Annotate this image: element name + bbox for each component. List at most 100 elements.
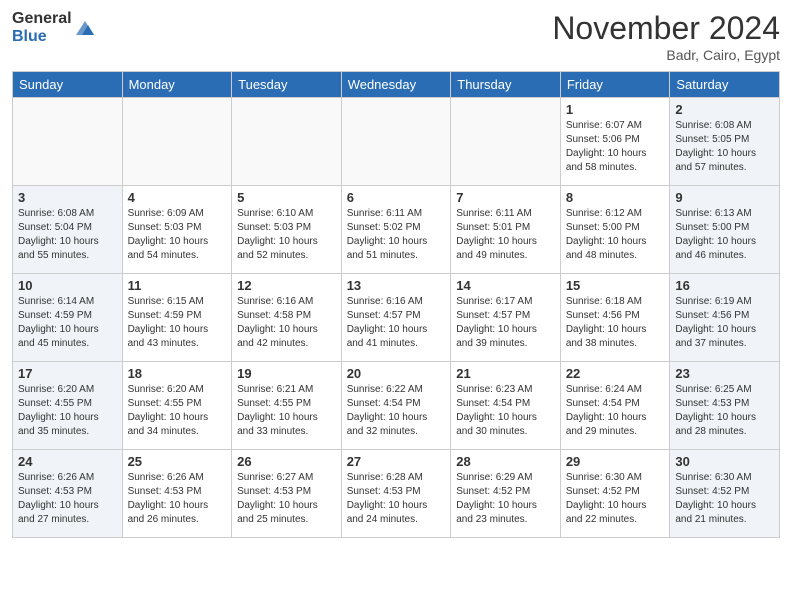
page-container: General Blue November 2024 Badr, Cairo, …: [0, 0, 792, 548]
calendar-cell: [122, 98, 232, 186]
day-number: 16: [675, 278, 774, 293]
day-info: Sunrise: 6:16 AM Sunset: 4:57 PM Dayligh…: [347, 295, 446, 351]
calendar-cell: 26 Sunrise: 6:27 AM Sunset: 4:53 PM Dayli…: [232, 450, 342, 538]
col-header-thursday: Thursday: [451, 72, 561, 98]
title-area: November 2024 Badr, Cairo, Egypt: [552, 10, 780, 63]
calendar-week-3: 10 Sunrise: 6:14 AM Sunset: 4:59 PM Dayli…: [13, 274, 780, 362]
day-number: 7: [456, 190, 555, 205]
day-number: 2: [675, 102, 774, 117]
day-number: 8: [566, 190, 665, 205]
calendar-cell: 29 Sunrise: 6:30 AM Sunset: 4:52 PM Dayli…: [560, 450, 670, 538]
day-number: 26: [237, 454, 336, 469]
calendar-cell: 7 Sunrise: 6:11 AM Sunset: 5:01 PM Daylig…: [451, 186, 561, 274]
day-info: Sunrise: 6:14 AM Sunset: 4:59 PM Dayligh…: [18, 295, 117, 351]
calendar-cell: 1Sunrise: 6:07 AM Sunset: 5:06 PM Daylig…: [560, 98, 670, 186]
calendar-cell: 16 Sunrise: 6:19 AM Sunset: 4:56 PM Dayli…: [670, 274, 780, 362]
calendar-cell: 21 Sunrise: 6:23 AM Sunset: 4:54 PM Dayli…: [451, 362, 561, 450]
day-info: Sunrise: 6:25 AM Sunset: 4:53 PM Dayligh…: [675, 383, 774, 439]
calendar-cell: [232, 98, 342, 186]
logo-icon: [74, 17, 96, 39]
calendar-cell: 13Sunrise: 6:16 AM Sunset: 4:57 PM Dayli…: [341, 274, 451, 362]
day-number: 4: [128, 190, 227, 205]
calendar-table: SundayMondayTuesdayWednesdayThursdayFrid…: [12, 71, 780, 538]
calendar-cell: 24 Sunrise: 6:26 AM Sunset: 4:53 PM Dayli…: [13, 450, 123, 538]
day-number: 12: [237, 278, 336, 293]
col-header-wednesday: Wednesday: [341, 72, 451, 98]
calendar-week-4: 17 Sunrise: 6:20 AM Sunset: 4:55 PM Dayli…: [13, 362, 780, 450]
calendar-cell: 27 Sunrise: 6:28 AM Sunset: 4:53 PM Dayli…: [341, 450, 451, 538]
day-info: Sunrise: 6:23 AM Sunset: 4:54 PM Dayligh…: [456, 383, 555, 439]
day-info: Sunrise: 6:28 AM Sunset: 4:53 PM Dayligh…: [347, 471, 446, 527]
calendar-cell: 10 Sunrise: 6:14 AM Sunset: 4:59 PM Dayli…: [13, 274, 123, 362]
day-number: 22: [566, 366, 665, 381]
day-info: Sunrise: 6:18 AM Sunset: 4:56 PM Dayligh…: [566, 295, 665, 351]
day-info: Sunrise: 6:30 AM Sunset: 4:52 PM Dayligh…: [675, 471, 774, 527]
calendar-cell: 17 Sunrise: 6:20 AM Sunset: 4:55 PM Dayli…: [13, 362, 123, 450]
calendar-cell: 4 Sunrise: 6:09 AM Sunset: 5:03 PM Daylig…: [122, 186, 232, 274]
day-info: Sunrise: 6:11 AM Sunset: 5:02 PM Dayligh…: [347, 207, 446, 263]
logo-blue-text: Blue: [12, 28, 72, 46]
day-number: 27: [347, 454, 446, 469]
calendar-cell: [451, 98, 561, 186]
day-info: Sunrise: 6:11 AM Sunset: 5:01 PM Dayligh…: [456, 207, 555, 263]
day-info: Sunrise: 6:27 AM Sunset: 4:53 PM Dayligh…: [237, 471, 336, 527]
day-info: Sunrise: 6:16 AM Sunset: 4:58 PM Dayligh…: [237, 295, 336, 351]
day-number: 23: [675, 366, 774, 381]
day-number: 24: [18, 454, 117, 469]
day-info: Sunrise: 6:13 AM Sunset: 5:00 PM Dayligh…: [675, 207, 774, 263]
day-info: Sunrise: 6:19 AM Sunset: 4:56 PM Dayligh…: [675, 295, 774, 351]
day-number: 10: [18, 278, 117, 293]
col-header-monday: Monday: [122, 72, 232, 98]
calendar-week-1: 1Sunrise: 6:07 AM Sunset: 5:06 PM Daylig…: [13, 98, 780, 186]
calendar-cell: [13, 98, 123, 186]
calendar-cell: 14 Sunrise: 6:17 AM Sunset: 4:57 PM Dayli…: [451, 274, 561, 362]
day-number: 14: [456, 278, 555, 293]
day-number: 28: [456, 454, 555, 469]
calendar-cell: 3Sunrise: 6:08 AM Sunset: 5:04 PM Daylig…: [13, 186, 123, 274]
day-number: 29: [566, 454, 665, 469]
logo-text: General Blue: [12, 10, 72, 45]
logo-general-text: General: [12, 10, 72, 28]
day-number: 19: [237, 366, 336, 381]
day-info: Sunrise: 6:07 AM Sunset: 5:06 PM Dayligh…: [566, 119, 665, 175]
day-number: 25: [128, 454, 227, 469]
day-number: 11: [128, 278, 227, 293]
calendar-cell: 18Sunrise: 6:20 AM Sunset: 4:55 PM Dayli…: [122, 362, 232, 450]
day-info: Sunrise: 6:24 AM Sunset: 4:54 PM Dayligh…: [566, 383, 665, 439]
month-title: November 2024: [552, 10, 780, 47]
calendar-cell: 30 Sunrise: 6:30 AM Sunset: 4:52 PM Dayli…: [670, 450, 780, 538]
calendar-cell: 15 Sunrise: 6:18 AM Sunset: 4:56 PM Dayli…: [560, 274, 670, 362]
day-number: 3: [18, 190, 117, 205]
day-number: 9: [675, 190, 774, 205]
day-number: 21: [456, 366, 555, 381]
day-info: Sunrise: 6:26 AM Sunset: 4:53 PM Dayligh…: [18, 471, 117, 527]
day-number: 15: [566, 278, 665, 293]
day-info: Sunrise: 6:29 AM Sunset: 4:52 PM Dayligh…: [456, 471, 555, 527]
calendar-cell: 6 Sunrise: 6:11 AM Sunset: 5:02 PM Daylig…: [341, 186, 451, 274]
calendar-cell: 28 Sunrise: 6:29 AM Sunset: 4:52 PM Dayli…: [451, 450, 561, 538]
col-header-sunday: Sunday: [13, 72, 123, 98]
day-info: Sunrise: 6:12 AM Sunset: 5:00 PM Dayligh…: [566, 207, 665, 263]
day-info: Sunrise: 6:20 AM Sunset: 4:55 PM Dayligh…: [18, 383, 117, 439]
calendar-cell: 11Sunrise: 6:15 AM Sunset: 4:59 PM Dayli…: [122, 274, 232, 362]
col-header-saturday: Saturday: [670, 72, 780, 98]
day-number: 6: [347, 190, 446, 205]
day-info: Sunrise: 6:22 AM Sunset: 4:54 PM Dayligh…: [347, 383, 446, 439]
day-info: Sunrise: 6:30 AM Sunset: 4:52 PM Dayligh…: [566, 471, 665, 527]
calendar-cell: [341, 98, 451, 186]
calendar-cell: 8 Sunrise: 6:12 AM Sunset: 5:00 PM Daylig…: [560, 186, 670, 274]
calendar-week-2: 3Sunrise: 6:08 AM Sunset: 5:04 PM Daylig…: [13, 186, 780, 274]
calendar-cell: 23 Sunrise: 6:25 AM Sunset: 4:53 PM Dayli…: [670, 362, 780, 450]
col-header-tuesday: Tuesday: [232, 72, 342, 98]
day-number: 30: [675, 454, 774, 469]
day-info: Sunrise: 6:17 AM Sunset: 4:57 PM Dayligh…: [456, 295, 555, 351]
day-info: Sunrise: 6:21 AM Sunset: 4:55 PM Dayligh…: [237, 383, 336, 439]
day-info: Sunrise: 6:09 AM Sunset: 5:03 PM Dayligh…: [128, 207, 227, 263]
day-number: 17: [18, 366, 117, 381]
calendar-week-5: 24 Sunrise: 6:26 AM Sunset: 4:53 PM Dayli…: [13, 450, 780, 538]
calendar-cell: 19 Sunrise: 6:21 AM Sunset: 4:55 PM Dayli…: [232, 362, 342, 450]
day-number: 20: [347, 366, 446, 381]
calendar-cell: 12 Sunrise: 6:16 AM Sunset: 4:58 PM Dayli…: [232, 274, 342, 362]
calendar-header-row: SundayMondayTuesdayWednesdayThursdayFrid…: [13, 72, 780, 98]
calendar-cell: 2Sunrise: 6:08 AM Sunset: 5:05 PM Daylig…: [670, 98, 780, 186]
